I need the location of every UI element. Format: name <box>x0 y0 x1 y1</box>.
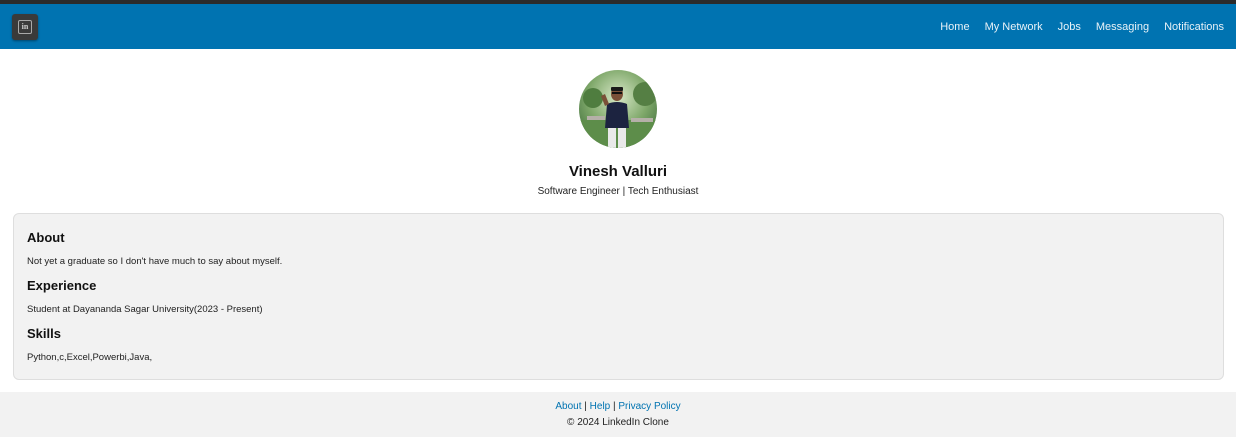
nav-link-jobs[interactable]: Jobs <box>1058 21 1081 33</box>
footer-separator: | <box>581 401 590 412</box>
copyright-text: © 2024 LinkedIn Clone <box>567 417 669 428</box>
profile-header: Vinesh Valluri Software Engineer | Tech … <box>0 49 1236 212</box>
skills-text: Python,c,Excel,Powerbi,Java, <box>27 352 153 363</box>
nav-link-notifications[interactable]: Notifications <box>1164 21 1224 33</box>
about-text: Not yet a graduate so I don't have much … <box>27 256 283 267</box>
nav-links: Home My Network Jobs Messaging Notificat… <box>925 21 1224 33</box>
about-heading: About <box>27 230 65 245</box>
nav-link-home[interactable]: Home <box>940 21 969 33</box>
nav-link-my-network[interactable]: My Network <box>985 21 1043 33</box>
profile-name: Vinesh Valluri <box>568 163 668 180</box>
experience-heading: Experience <box>27 278 97 293</box>
profile-photo-image <box>579 70 657 148</box>
profile-headline: Software Engineer | Tech Enthusiast <box>537 186 699 197</box>
profile-details-card: About Not yet a graduate so I don't have… <box>13 213 1224 380</box>
navbar: in Home My Network Jobs Messaging Notifi… <box>0 4 1236 49</box>
footer-link-privacy-policy[interactable]: Privacy Policy <box>618 401 680 412</box>
skills-heading: Skills <box>27 326 61 341</box>
footer: About | Help | Privacy Policy © 2024 Lin… <box>0 392 1236 437</box>
footer-link-about[interactable]: About <box>555 401 581 412</box>
experience-text: Student at Dayananda Sagar University(20… <box>27 304 263 315</box>
logo-icon[interactable]: in <box>12 13 38 40</box>
avatar[interactable] <box>579 70 657 148</box>
nav-link-messaging[interactable]: Messaging <box>1096 21 1149 33</box>
footer-link-help[interactable]: Help <box>590 401 611 412</box>
footer-links: About | Help | Privacy Policy <box>0 401 1236 412</box>
